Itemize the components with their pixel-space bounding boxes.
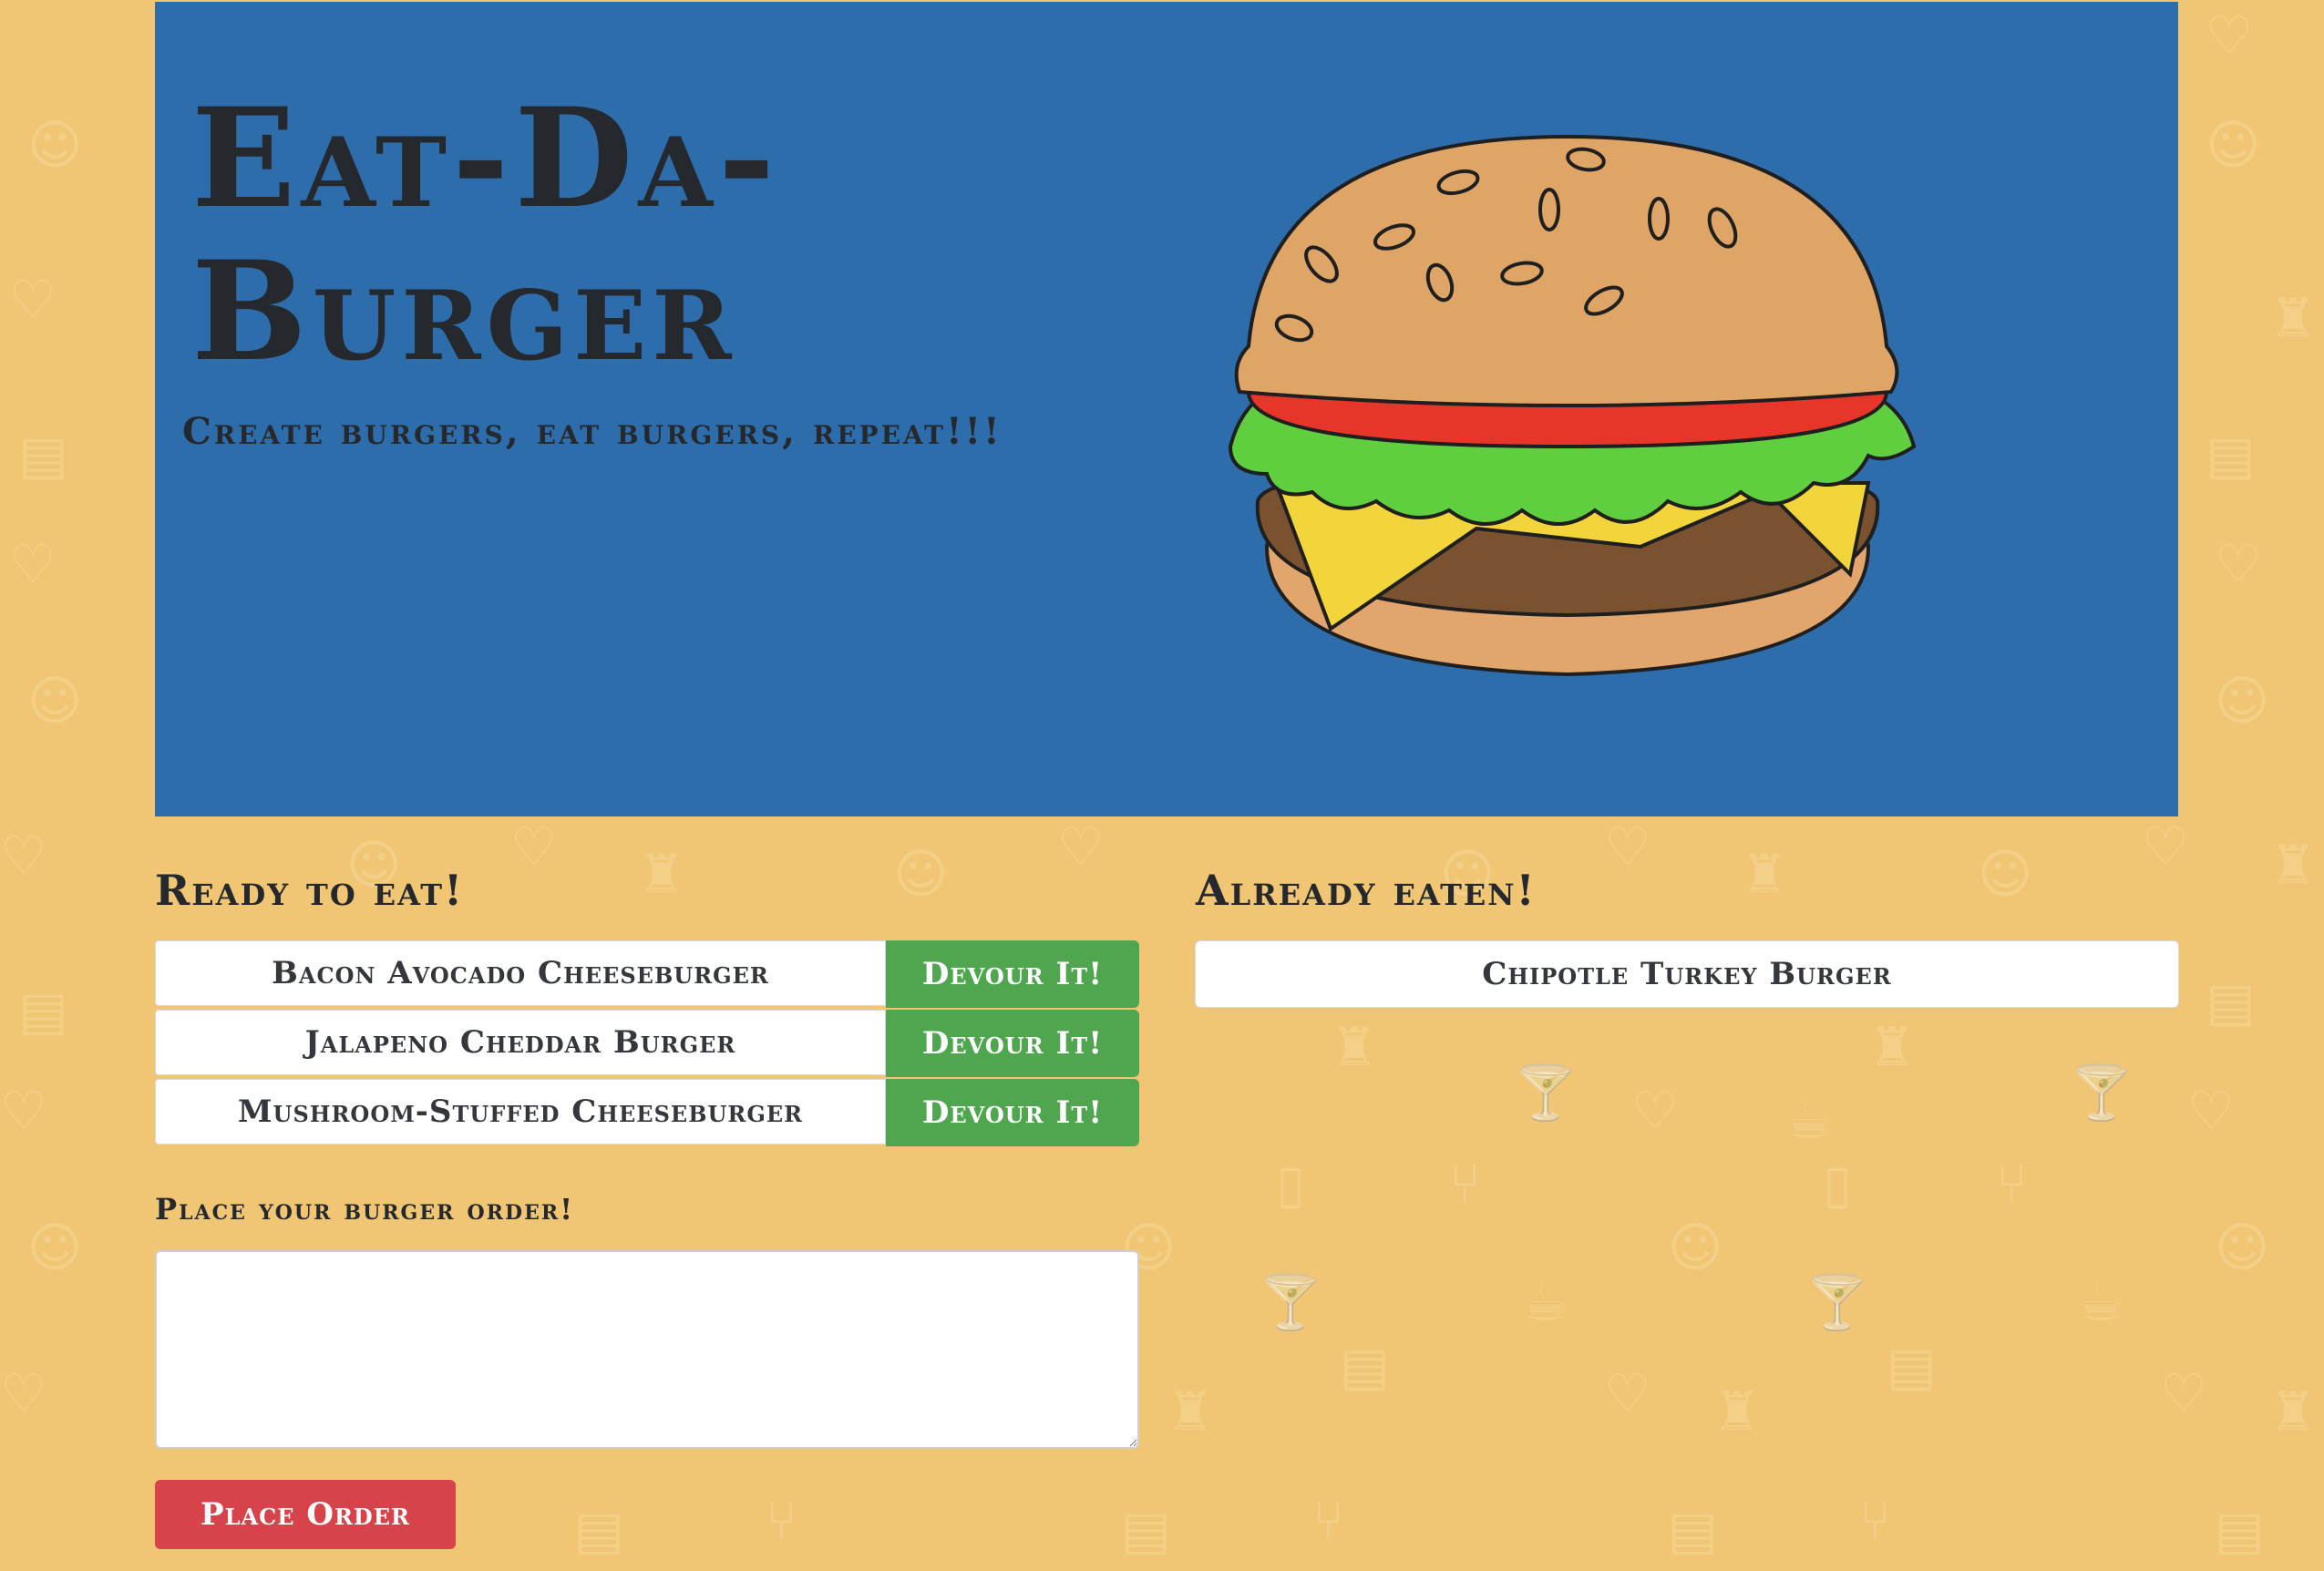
sandwich-icon: ▤: [1121, 1499, 1171, 1561]
devour-button[interactable]: Devour It!: [886, 1010, 1139, 1077]
chef-hat-icon: ♜: [1167, 1381, 1214, 1443]
site-title: Eat-Da-Burger: [191, 78, 781, 392]
sandwich-icon: ▤: [1887, 1335, 1937, 1397]
order-label: Place your burger order!: [155, 1192, 575, 1227]
devour-button[interactable]: Devour It!: [886, 940, 1139, 1008]
sandwich-icon: ▤: [2206, 970, 2256, 1032]
smiley-icon: ☺: [27, 670, 83, 732]
burger-order-textarea[interactable]: [155, 1250, 1139, 1449]
cocktail-icon: 🍸: [1805, 1271, 1871, 1333]
heart-icon: ♡: [1604, 816, 1651, 878]
tagline: Create burgers, eat burgers, repeat!!!: [182, 410, 1003, 453]
chef-hat-icon: ♜: [2269, 834, 2317, 896]
already-eaten-heading: Already eaten!: [1196, 866, 1537, 915]
chef-hat-icon: ♜: [2269, 1381, 2317, 1443]
chef-hat-icon: ♜: [638, 843, 685, 905]
fork-knife-icon: ⑂: [1996, 1153, 2028, 1215]
heart-icon: ♡: [1604, 1362, 1651, 1424]
smiley-icon: ☺: [893, 843, 949, 905]
cocktail-icon: 🍸: [1258, 1271, 1324, 1333]
header-banner: Eat-Da-Burger Create burgers, eat burger…: [155, 2, 2178, 816]
smiley-icon: ☺: [2215, 1217, 2270, 1278]
sandwich-icon: ▤: [2215, 1499, 2265, 1561]
teapot-icon: ☕: [1522, 1271, 1569, 1333]
eaten-burger-item: Chipotle Turkey Burger: [1195, 940, 2179, 1008]
devour-button[interactable]: Devour It!: [886, 1079, 1139, 1146]
heart-icon: ♡: [0, 1362, 47, 1424]
place-order-button[interactable]: Place Order: [155, 1480, 456, 1549]
smiley-icon: ☺: [27, 114, 83, 176]
cocktail-icon: 🍸: [1513, 1062, 1579, 1124]
heart-icon: ♡: [510, 816, 558, 878]
smiley-icon: ☺: [1978, 843, 2033, 905]
burger-name: Mushroom-Stuffed Cheeseburger: [155, 1079, 886, 1145]
heart-icon: ♡: [2187, 1080, 2235, 1142]
heart-icon: ♡: [2215, 533, 2262, 595]
ready-to-eat-heading: Ready to eat!: [155, 866, 465, 915]
heart-icon: ♡: [0, 1080, 47, 1142]
cocktail-icon: 🍸: [2069, 1062, 2135, 1124]
popsicle-icon: ▯: [1276, 1153, 1305, 1215]
sandwich-icon: ▤: [574, 1499, 624, 1561]
smiley-icon: ☺: [2206, 114, 2261, 176]
heart-icon: ♡: [2160, 1362, 2207, 1424]
smiley-icon: ☺: [2215, 670, 2270, 732]
chef-hat-icon: ♜: [2269, 287, 2317, 349]
fork-knife-icon: ⑂: [1859, 1490, 1891, 1552]
sandwich-icon: ▤: [18, 424, 68, 486]
heart-icon: ♡: [9, 533, 57, 595]
sandwich-icon: ▤: [1340, 1335, 1390, 1397]
chef-hat-icon: ♜: [1331, 1016, 1378, 1078]
burger-icon: [1228, 134, 1917, 677]
fork-knife-icon: ⑂: [1312, 1490, 1344, 1552]
chef-hat-icon: ♜: [1868, 1016, 1916, 1078]
sandwich-icon: ▤: [18, 980, 68, 1042]
chef-hat-icon: ♜: [1741, 843, 1788, 905]
burger-name: Jalapeno Cheddar Burger: [155, 1010, 886, 1075]
heart-icon: ♡: [0, 825, 47, 887]
heart-icon: ♡: [9, 269, 57, 331]
burger-name: Bacon Avocado Cheeseburger: [155, 940, 886, 1006]
list-item: Jalapeno Cheddar Burger Devour It!: [155, 1010, 1139, 1077]
sandwich-icon: ▤: [1668, 1499, 1718, 1561]
chef-hat-icon: ♜: [1713, 1381, 1761, 1443]
heart-icon: ♡: [1057, 816, 1105, 878]
list-item: Bacon Avocado Cheeseburger Devour It!: [155, 940, 1139, 1008]
heart-icon: ♡: [2206, 5, 2253, 67]
popsicle-icon: ▯: [1823, 1153, 1852, 1215]
list-item: Mushroom-Stuffed Cheeseburger Devour It!: [155, 1079, 1139, 1146]
smiley-icon: ☺: [1668, 1217, 1723, 1278]
heart-icon: ♡: [2142, 816, 2189, 878]
heart-icon: ♡: [1631, 1080, 1679, 1142]
fork-knife-icon: ⑂: [766, 1490, 797, 1552]
smiley-icon: ☺: [27, 1217, 83, 1278]
fork-knife-icon: ⑂: [1449, 1153, 1481, 1215]
teapot-icon: ☕: [1786, 1089, 1834, 1151]
teapot-icon: ☕: [2078, 1271, 2125, 1333]
sandwich-icon: ▤: [2206, 424, 2256, 486]
